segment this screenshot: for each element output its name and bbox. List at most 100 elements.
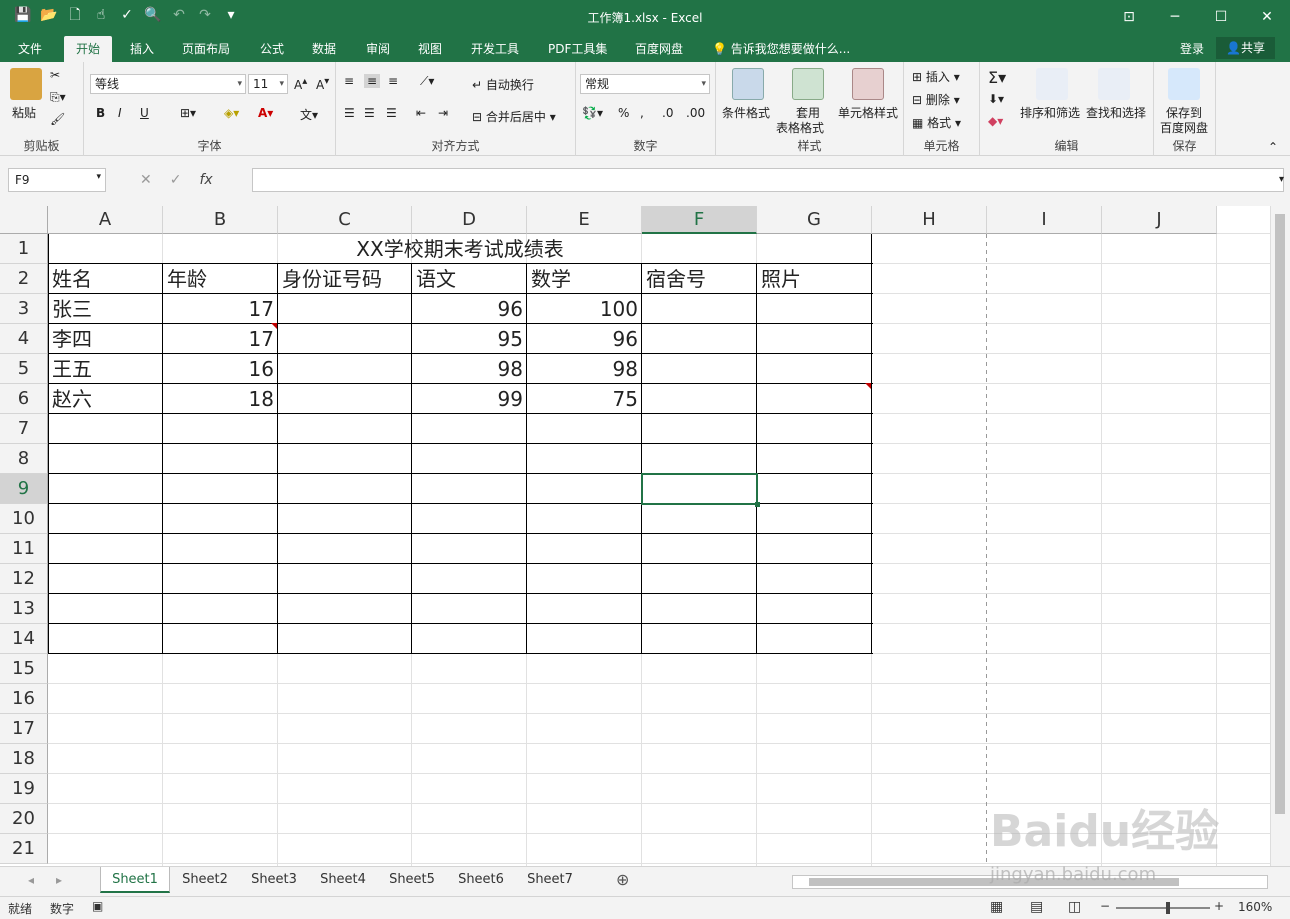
cut-icon[interactable]: ✂ <box>50 68 60 82</box>
row-header-3[interactable]: 3 <box>0 294 48 324</box>
tab-developer[interactable]: 开发工具 <box>471 40 519 57</box>
close-icon[interactable]: ✕ <box>1244 0 1290 34</box>
cell-name[interactable]: 李四 <box>48 324 163 354</box>
column-header-b[interactable]: B <box>163 206 278 234</box>
increase-font-icon[interactable]: A▴ <box>294 76 307 92</box>
sort-filter-button[interactable]: 排序和筛选 <box>1020 104 1080 121</box>
zoom-slider-handle[interactable] <box>1166 902 1170 914</box>
fill-handle[interactable] <box>755 502 760 507</box>
share-button[interactable]: 👤共享 <box>1216 37 1275 59</box>
align-center-icon[interactable]: ☰ <box>364 106 375 120</box>
row-header-17[interactable]: 17 <box>0 714 48 744</box>
cell-dorm[interactable] <box>642 354 757 384</box>
row-header-19[interactable]: 19 <box>0 774 48 804</box>
paste-button[interactable]: 粘贴 <box>12 104 36 121</box>
merge-center-button[interactable]: ⊟ 合并后居中 ▾ <box>472 108 556 125</box>
cell-chinese[interactable]: 95 <box>412 324 527 354</box>
next-sheet-icon[interactable]: ▸ <box>56 873 62 887</box>
cell-photo[interactable] <box>757 324 872 354</box>
fill-icon[interactable]: ⬇▾ <box>988 92 1004 106</box>
font-size-select[interactable]: 11 <box>248 74 288 94</box>
insert-function-icon[interactable]: fx <box>199 172 212 188</box>
align-bottom-icon[interactable]: ≡ <box>388 74 398 88</box>
cell-header[interactable]: 年龄 <box>163 264 278 294</box>
confirm-formula-icon[interactable]: ✓ <box>170 172 182 188</box>
format-as-table-label-2[interactable]: 表格格式 <box>776 119 824 136</box>
cell-chinese[interactable]: 96 <box>412 294 527 324</box>
cell-id[interactable] <box>278 384 412 414</box>
format-painter-icon[interactable]: 🖌 <box>50 112 65 126</box>
row-header-7[interactable]: 7 <box>0 414 48 444</box>
name-box-dropdown-icon[interactable]: ▾ <box>96 172 101 182</box>
wrap-text-button[interactable]: ↵ 自动换行 <box>472 76 534 93</box>
underline-button[interactable]: U <box>140 106 149 120</box>
font-color-icon[interactable]: A▾ <box>258 106 273 120</box>
zoom-in-icon[interactable]: + <box>1214 899 1224 913</box>
tab-page-layout[interactable]: 页面布局 <box>182 40 230 57</box>
decrease-decimal-icon[interactable]: .00 <box>686 106 705 120</box>
phonetic-icon[interactable]: 文▾ <box>300 106 318 123</box>
cell-age[interactable]: 16 <box>163 354 278 384</box>
orientation-icon[interactable]: ⟋▾ <box>420 74 434 89</box>
cell-styles-icon[interactable] <box>852 68 884 100</box>
normal-view-icon[interactable]: ▦ <box>990 899 1003 915</box>
macro-record-icon[interactable]: ▣ <box>92 899 103 913</box>
login-link[interactable]: 登录 <box>1180 40 1204 57</box>
cell-header[interactable]: 身份证号码 <box>278 264 412 294</box>
vertical-scrollbar[interactable] <box>1270 206 1290 866</box>
column-header-g[interactable]: G <box>757 206 872 234</box>
decrease-indent-icon[interactable]: ⇤ <box>416 106 426 120</box>
column-header-c[interactable]: C <box>278 206 412 234</box>
cell-age[interactable]: 18 <box>163 384 278 414</box>
row-header-13[interactable]: 13 <box>0 594 48 624</box>
cell-header[interactable]: 语文 <box>412 264 527 294</box>
cell-header[interactable]: 数学 <box>527 264 642 294</box>
column-header-h[interactable]: H <box>872 206 987 234</box>
cancel-formula-icon[interactable]: ✕ <box>140 172 152 188</box>
row-header-11[interactable]: 11 <box>0 534 48 564</box>
name-box[interactable]: F9 ▾ <box>8 168 106 192</box>
cell-photo[interactable] <box>757 294 872 324</box>
row-header-20[interactable]: 20 <box>0 804 48 834</box>
cell-name[interactable]: 张三 <box>48 294 163 324</box>
cell-header[interactable]: 姓名 <box>48 264 163 294</box>
page-layout-view-icon[interactable]: ▤ <box>1030 899 1043 915</box>
row-header-21[interactable]: 21 <box>0 834 48 864</box>
row-header-10[interactable]: 10 <box>0 504 48 534</box>
tell-me-box[interactable]: 💡 告诉我您想要做什么... <box>712 40 850 57</box>
cell-photo[interactable] <box>757 384 872 414</box>
row-header-4[interactable]: 4 <box>0 324 48 354</box>
cell-math[interactable]: 98 <box>527 354 642 384</box>
cell-name[interactable]: 王五 <box>48 354 163 384</box>
zoom-slider[interactable] <box>1116 907 1210 909</box>
find-select-icon[interactable] <box>1098 68 1130 100</box>
maximize-icon[interactable]: ☐ <box>1198 0 1244 34</box>
autosum-icon[interactable]: Σ▾ <box>988 68 1006 87</box>
borders-icon[interactable]: ⊞▾ <box>180 106 196 120</box>
cell-age[interactable]: 17 <box>163 324 278 354</box>
tab-insert[interactable]: 插入 <box>130 40 154 57</box>
font-name-select[interactable]: 等线 <box>90 74 246 94</box>
paste-icon[interactable] <box>10 68 42 100</box>
column-header-d[interactable]: D <box>412 206 527 234</box>
sheet-tab-3[interactable]: Sheet3 <box>239 867 309 893</box>
sheet-tab-5[interactable]: Sheet5 <box>377 867 447 893</box>
cell-math[interactable]: 75 <box>527 384 642 414</box>
sheet-tab-1[interactable]: Sheet1 <box>100 867 170 893</box>
fill-color-icon[interactable]: ◈▾ <box>224 106 239 120</box>
find-select-button[interactable]: 查找和选择 <box>1086 104 1146 121</box>
sheet-tab-6[interactable]: Sheet6 <box>446 867 516 893</box>
cell-dorm[interactable] <box>642 384 757 414</box>
row-header-9[interactable]: 9 <box>0 474 48 504</box>
align-top-icon[interactable]: ≡ <box>344 74 354 88</box>
tab-data[interactable]: 数据 <box>312 40 336 57</box>
row-header-5[interactable]: 5 <box>0 354 48 384</box>
tab-view[interactable]: 视图 <box>418 40 442 57</box>
tab-home[interactable]: 开始 <box>64 36 113 62</box>
number-format-select[interactable]: 常规 <box>580 74 710 94</box>
cell-age[interactable]: 17 <box>163 294 278 324</box>
row-header-2[interactable]: 2 <box>0 264 48 294</box>
cell-chinese[interactable]: 99 <box>412 384 527 414</box>
baidu-cloud-icon[interactable] <box>1168 68 1200 100</box>
accounting-icon[interactable]: 💱▾ <box>582 106 603 120</box>
